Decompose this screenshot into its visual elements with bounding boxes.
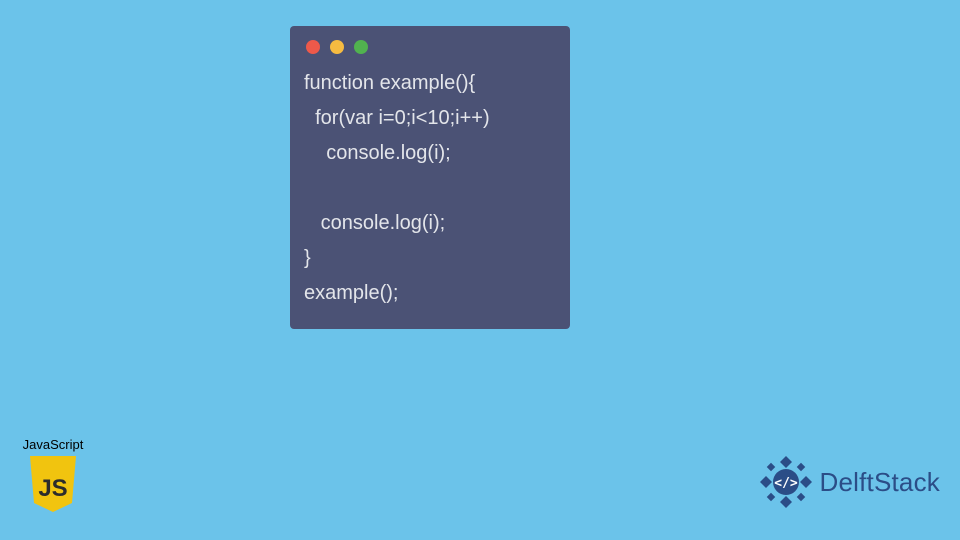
badge-label: JavaScript bbox=[14, 437, 92, 452]
code-line: example(); bbox=[304, 282, 398, 304]
maximize-icon bbox=[354, 40, 368, 54]
titlebar bbox=[290, 26, 570, 62]
code-block: function example(){ for(var i=0;i<10;i++… bbox=[290, 62, 570, 315]
code-line: function example(){ bbox=[304, 72, 475, 94]
close-icon bbox=[306, 40, 320, 54]
svg-text:</>: </> bbox=[774, 476, 798, 491]
code-window: function example(){ for(var i=0;i<10;i++… bbox=[290, 26, 570, 329]
javascript-badge: JavaScript JS bbox=[14, 437, 92, 514]
brand-name: DelftStack bbox=[820, 467, 941, 498]
code-line: console.log(i); bbox=[304, 142, 451, 164]
code-line: } bbox=[304, 247, 311, 269]
js-text: JS bbox=[38, 475, 67, 502]
delftstack-logo-icon: </> bbox=[758, 454, 814, 510]
code-line: console.log(i); bbox=[304, 212, 445, 234]
brand: </> DelftStack bbox=[758, 454, 941, 510]
javascript-icon: JS bbox=[26, 454, 80, 514]
minimize-icon bbox=[330, 40, 344, 54]
code-line: for(var i=0;i<10;i++) bbox=[304, 107, 490, 129]
